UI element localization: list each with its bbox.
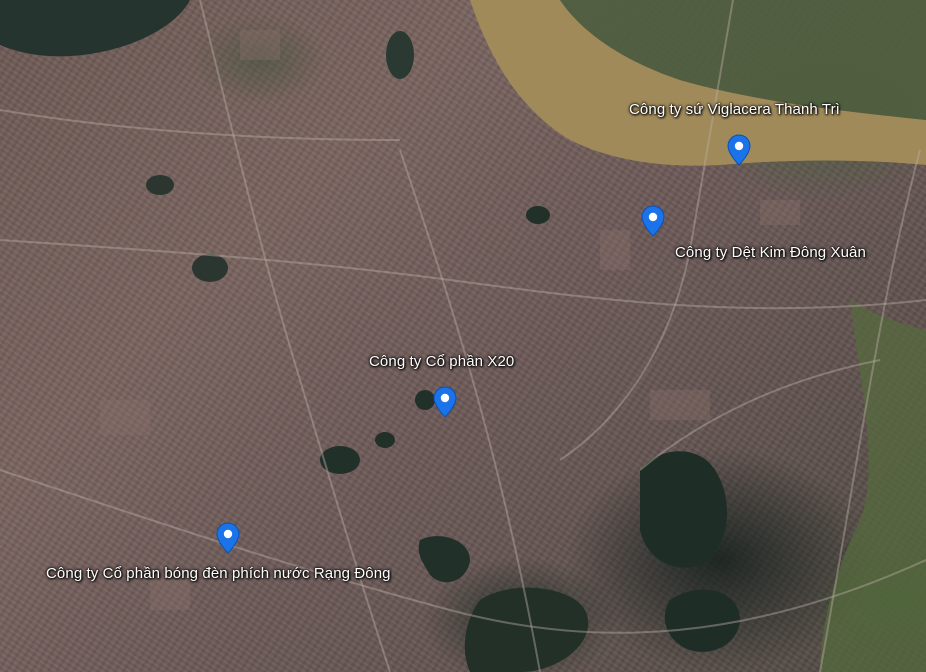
lake-small-8	[418, 536, 470, 583]
marker-label: Công ty Dệt Kim Đông Xuân	[675, 244, 866, 261]
map-pin-icon[interactable]	[216, 522, 240, 554]
marker-label: Công ty sứ Viglacera Thanh Trì	[629, 101, 840, 118]
lake-small-2	[526, 206, 550, 224]
yen-so-lake-2	[664, 589, 740, 652]
map-pin-icon[interactable]	[433, 386, 457, 418]
lake-small-3	[192, 254, 228, 282]
satellite-map[interactable]: Công ty sứ Viglacera Thanh Trì Công ty D…	[0, 0, 926, 672]
map-pin-icon[interactable]	[727, 134, 751, 166]
yen-so-lake-1	[640, 451, 727, 568]
green-fields-east	[820, 300, 926, 672]
marker-label: Công ty Cổ phần X20	[369, 353, 515, 370]
map-pin-icon[interactable]	[641, 205, 665, 237]
lake-small-5	[320, 446, 360, 474]
lake-small-6	[375, 432, 395, 448]
lake-small-7	[415, 390, 435, 410]
west-lake	[0, 0, 190, 57]
lake-small-4	[146, 175, 174, 195]
marker-label: Công ty Cổ phần bóng đèn phích nước Rạng…	[46, 565, 391, 582]
lake-small-1	[386, 31, 414, 79]
